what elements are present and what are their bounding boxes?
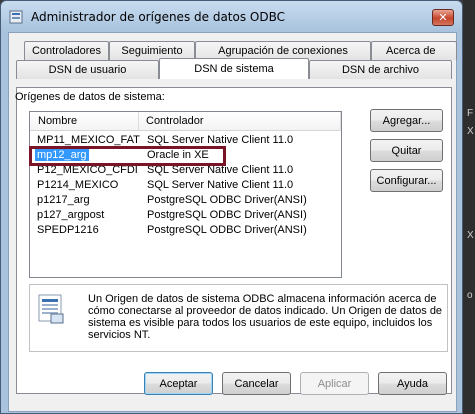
button-label: Aplicar xyxy=(317,377,352,390)
dsn-name: MP11_MEXICO_FAT xyxy=(37,134,140,146)
dsn-name: SPEDP1216 xyxy=(37,224,99,236)
dsn-name: p1217_arg xyxy=(37,194,90,206)
edge-text: X xyxy=(467,230,474,241)
button-label: Agregar... xyxy=(382,114,431,127)
tab-dsn-usuario[interactable]: DSN de usuario xyxy=(16,60,159,79)
background-window-edge xyxy=(463,0,475,414)
remove-button[interactable]: Quitar xyxy=(370,139,443,162)
button-label: Cancelar xyxy=(234,377,279,390)
dsn-name: P1214_MEXICO xyxy=(37,179,119,191)
list-item[interactable]: SPEDP1216 PostgreSQL ODBC Driver(ANSI) xyxy=(30,223,341,238)
dsn-name: p127_argpost xyxy=(37,209,105,221)
dsn-driver: PostgreSQL ODBC Driver(ANSI) xyxy=(147,224,307,236)
button-label: Aceptar xyxy=(159,377,198,390)
list-item[interactable]: p1217_arg PostgreSQL ODBC Driver(ANSI) xyxy=(30,193,341,208)
info-panel: Un Origen de datos de sistema ODBC almac… xyxy=(29,284,448,352)
tab-label: Agrupación de conexiones xyxy=(218,45,348,57)
help-button[interactable]: Ayuda xyxy=(378,372,447,395)
data-sources-list[interactable]: Nombre Controlador MP11_MEXICO_FAT SQL S… xyxy=(29,111,342,278)
title-bar[interactable]: Administrador de orígenes de datos ODBC … xyxy=(1,1,462,31)
close-icon: ✕ xyxy=(438,12,448,24)
tab-label: Seguimiento xyxy=(121,45,183,57)
apply-button[interactable]: Aplicar xyxy=(300,372,369,395)
column-header-controlador[interactable]: Controlador xyxy=(146,115,203,127)
column-separator[interactable] xyxy=(340,112,341,131)
configure-button[interactable]: Configurar... xyxy=(370,169,443,192)
tab-label: DSN de sistema xyxy=(194,63,274,75)
dsn-driver: SQL Server Native Client 11.0 xyxy=(147,134,294,146)
button-label: Configurar... xyxy=(376,174,437,187)
group-label: Orígenes de datos de sistema: xyxy=(15,91,165,103)
cancel-button[interactable]: Cancelar xyxy=(222,372,291,395)
column-header-nombre[interactable]: Nombre xyxy=(38,115,77,127)
odbc-app-icon xyxy=(9,10,23,24)
tab-controladores[interactable]: Controladores xyxy=(24,41,109,60)
tab-acerca-de[interactable]: Acerca de xyxy=(371,41,457,60)
edge-text: o xyxy=(467,290,473,301)
list-item[interactable]: p127_argpost PostgreSQL ODBC Driver(ANSI… xyxy=(30,208,341,223)
edge-text: F xyxy=(467,108,474,119)
window-title: Administrador de orígenes de datos ODBC xyxy=(31,10,285,24)
edge-text: X xyxy=(467,126,474,137)
tab-label: Controladores xyxy=(31,45,102,57)
annotation-highlight-box xyxy=(29,146,226,166)
info-description: Un Origen de datos de sistema ODBC almac… xyxy=(88,293,443,341)
tab-dsn-archivo[interactable]: DSN de archivo xyxy=(309,60,452,79)
add-button[interactable]: Agregar... xyxy=(370,109,443,132)
list-item[interactable]: P1214_MEXICO SQL Server Native Client 11… xyxy=(30,178,341,193)
column-separator[interactable] xyxy=(138,112,139,131)
dsn-driver: SQL Server Native Client 11.0 xyxy=(147,179,294,191)
close-button[interactable]: ✕ xyxy=(432,9,454,26)
ok-button[interactable]: Aceptar xyxy=(144,372,213,395)
button-label: Quitar xyxy=(391,144,422,157)
list-header: Nombre Controlador xyxy=(30,112,341,131)
dsn-driver: PostgreSQL ODBC Driver(ANSI) xyxy=(147,209,307,221)
button-label: Ayuda xyxy=(397,377,428,390)
dsn-driver: PostgreSQL ODBC Driver(ANSI) xyxy=(147,194,307,206)
tab-label: DSN de archivo xyxy=(341,64,420,76)
tab-dsn-sistema[interactable]: DSN de sistema xyxy=(159,58,309,79)
odbc-admin-window: Administrador de orígenes de datos ODBC … xyxy=(0,0,463,414)
data-source-icon xyxy=(38,294,64,324)
tab-label: Acerca de xyxy=(386,45,436,57)
tab-label: DSN de usuario xyxy=(48,64,127,76)
